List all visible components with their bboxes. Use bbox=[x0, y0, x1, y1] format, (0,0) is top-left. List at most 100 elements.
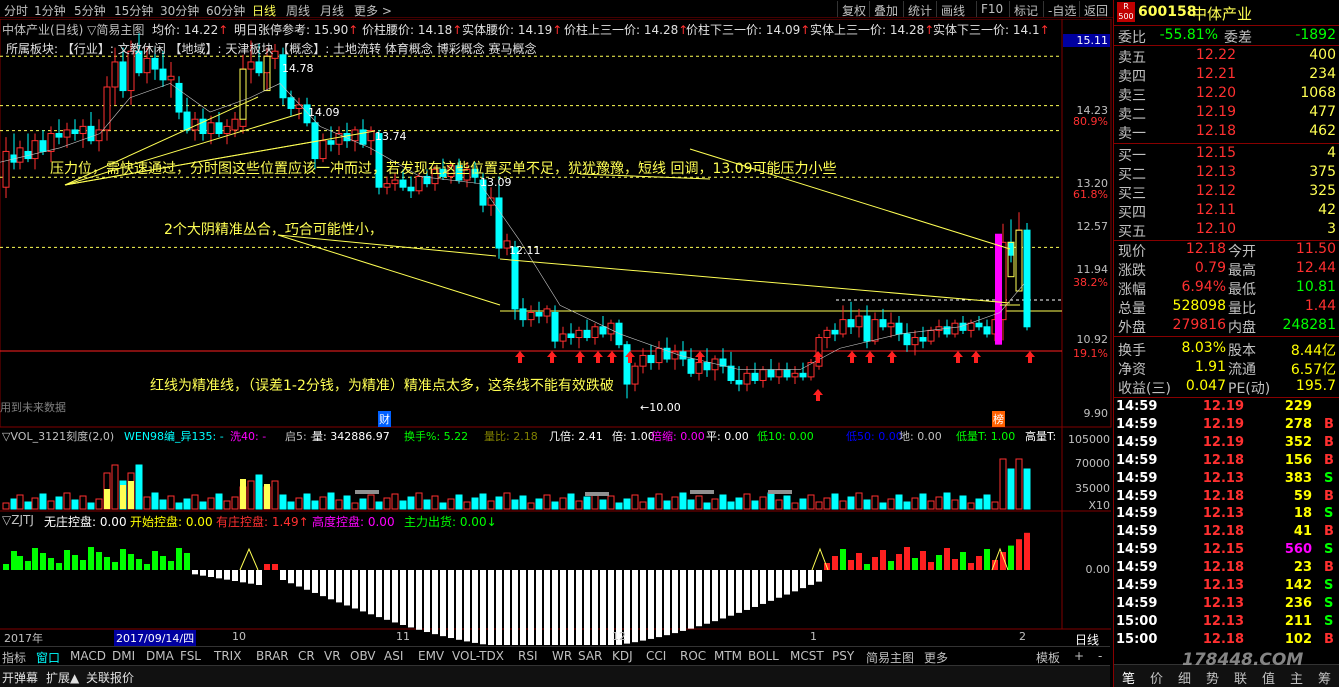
tick-price: 12.15 bbox=[1202, 542, 1244, 558]
zjtj-bar bbox=[880, 550, 886, 570]
indicator-tab-13[interactable]: VOL-TDX bbox=[452, 649, 504, 663]
candle bbox=[807, 359, 815, 381]
volume-bar bbox=[447, 498, 455, 510]
stock-name: 中体产业 bbox=[1192, 5, 1253, 23]
quote-tab-1[interactable]: 价 bbox=[1150, 668, 1163, 687]
tool-button-1[interactable]: 叠加 bbox=[869, 1, 902, 18]
indicator-tab-15[interactable]: WR bbox=[552, 649, 572, 663]
indicator-tab-6[interactable]: TRIX bbox=[214, 649, 241, 663]
quote-tab-6[interactable]: 主 bbox=[1290, 668, 1303, 687]
indicator-tab-10[interactable]: OBV bbox=[350, 649, 376, 663]
volume-bar bbox=[847, 496, 855, 510]
tool-button-2[interactable]: 统计 bbox=[903, 1, 936, 18]
zjtj-bar bbox=[464, 570, 470, 642]
candle bbox=[167, 61, 175, 98]
indicator-tab-17[interactable]: KDJ bbox=[612, 649, 633, 663]
tab-7[interactable]: 周线 bbox=[286, 2, 310, 19]
indicator-tab-21[interactable]: BOLL bbox=[748, 649, 779, 663]
indicator-tab-8[interactable]: CR bbox=[298, 649, 315, 663]
quote-tab-7[interactable]: 筹 bbox=[1318, 668, 1331, 687]
candle bbox=[399, 169, 407, 191]
indicator-tab-25[interactable]: 更多 bbox=[924, 649, 948, 666]
indicator-tab-20[interactable]: MTM bbox=[714, 649, 742, 663]
indicator-tab-4[interactable]: DMA bbox=[146, 649, 174, 663]
order-level-label: 买三 bbox=[1118, 186, 1146, 202]
zjtj-bar bbox=[592, 570, 598, 645]
indicator-tab-23[interactable]: PSY bbox=[832, 649, 854, 663]
tool-button-6[interactable]: -自选 bbox=[1043, 1, 1080, 18]
indicator-tab-5[interactable]: FSL bbox=[180, 649, 201, 663]
zjtj-bar bbox=[792, 570, 798, 592]
indicator-tab-12[interactable]: EMV bbox=[418, 649, 444, 663]
tab-9[interactable]: 更多 > bbox=[354, 2, 392, 19]
quote-tab-5[interactable]: 值 bbox=[1262, 668, 1275, 687]
status-item-1[interactable]: 扩展▲ bbox=[46, 669, 79, 686]
tab-5[interactable]: 60分钟 bbox=[206, 2, 245, 19]
indicator-tab-16[interactable]: SAR bbox=[578, 649, 602, 663]
quote-tab-3[interactable]: 势 bbox=[1206, 668, 1219, 687]
quote-tab-4[interactable]: 联 bbox=[1234, 668, 1247, 687]
tab-8[interactable]: 月线 bbox=[320, 2, 344, 19]
status-item-0[interactable]: 开弹幕 bbox=[2, 669, 38, 686]
zjtj-bar bbox=[864, 564, 870, 570]
candle bbox=[639, 348, 647, 374]
tool-button-5[interactable]: 标记 bbox=[1009, 1, 1042, 18]
indicator-tab-1[interactable]: 窗口 bbox=[36, 649, 60, 666]
tick-direction: S bbox=[1324, 542, 1334, 558]
zjtj-bar bbox=[960, 552, 966, 570]
tick-time: 14:59 bbox=[1116, 470, 1158, 486]
tool-button-3[interactable]: 画线 bbox=[936, 1, 969, 18]
candle bbox=[367, 126, 375, 155]
status-item-2[interactable]: 关联报价 bbox=[86, 669, 134, 686]
indicator-tab-19[interactable]: ROC bbox=[680, 649, 706, 663]
tool-button-7[interactable]: 返回 bbox=[1079, 1, 1112, 18]
order-book-row: 买一 12.15 4 bbox=[1114, 145, 1339, 164]
indicator-tab-9[interactable]: VR bbox=[324, 649, 341, 663]
volume-bar bbox=[671, 496, 679, 510]
indicator-tab-7[interactable]: BRAR bbox=[256, 649, 289, 663]
template-control-1[interactable]: + bbox=[1074, 649, 1084, 663]
candle bbox=[2, 137, 10, 198]
volume-bar bbox=[823, 497, 831, 510]
volume-bar bbox=[135, 464, 143, 510]
candle bbox=[455, 158, 463, 184]
tool-button-4[interactable]: F10 bbox=[976, 1, 1007, 17]
tool-button-0[interactable]: 复权 bbox=[837, 1, 870, 18]
volume-bar bbox=[943, 492, 951, 510]
order-divider bbox=[1114, 143, 1339, 144]
tab-0[interactable]: 分时 bbox=[4, 2, 28, 19]
stat-value: 6.94% bbox=[1181, 279, 1226, 295]
order-level-label: 买五 bbox=[1118, 224, 1146, 240]
tab-3[interactable]: 15分钟 bbox=[114, 2, 153, 19]
stat-value: 8.44亿 bbox=[1290, 343, 1336, 359]
template-control-2[interactable]: - bbox=[1098, 649, 1102, 663]
order-volume: 462 bbox=[1309, 123, 1336, 139]
indicator-tab-11[interactable]: ASI bbox=[384, 649, 403, 663]
stats-divider bbox=[1114, 397, 1339, 398]
quote-tab-2[interactable]: 细 bbox=[1178, 668, 1191, 687]
kline-chart-area[interactable] bbox=[0, 19, 1112, 645]
tab-1[interactable]: 1分钟 bbox=[34, 2, 66, 19]
stat-value: 1.91 bbox=[1194, 359, 1226, 375]
volume-bar bbox=[551, 501, 559, 510]
indicator-tab-0[interactable]: 指标 bbox=[2, 649, 26, 666]
tab-4[interactable]: 30分钟 bbox=[160, 2, 199, 19]
zjtj-bar bbox=[312, 570, 318, 593]
zjtj-bar bbox=[400, 570, 406, 625]
template-control-0[interactable]: 模板 bbox=[1036, 649, 1060, 666]
indicator-tab-18[interactable]: CCI bbox=[646, 649, 666, 663]
tab-6[interactable]: 日线 bbox=[252, 2, 276, 19]
indicator-tab-24[interactable]: 简易主图 bbox=[866, 649, 914, 666]
volume-bar bbox=[751, 500, 759, 510]
zjtj-bar bbox=[640, 570, 646, 641]
indicator-tab-14[interactable]: RSI bbox=[518, 649, 538, 663]
volume-bar bbox=[967, 502, 975, 510]
zjtj-bar bbox=[120, 549, 126, 570]
indicator-tab-2[interactable]: MACD bbox=[70, 649, 106, 663]
quote-tab-0[interactable]: 笔 bbox=[1122, 668, 1135, 687]
tab-2[interactable]: 5分钟 bbox=[74, 2, 106, 19]
indicator-tab-22[interactable]: MCST bbox=[790, 649, 824, 663]
indicator-tab-3[interactable]: DMI bbox=[112, 649, 135, 663]
order-level-label: 买一 bbox=[1118, 148, 1146, 164]
volume-bar bbox=[919, 493, 927, 510]
